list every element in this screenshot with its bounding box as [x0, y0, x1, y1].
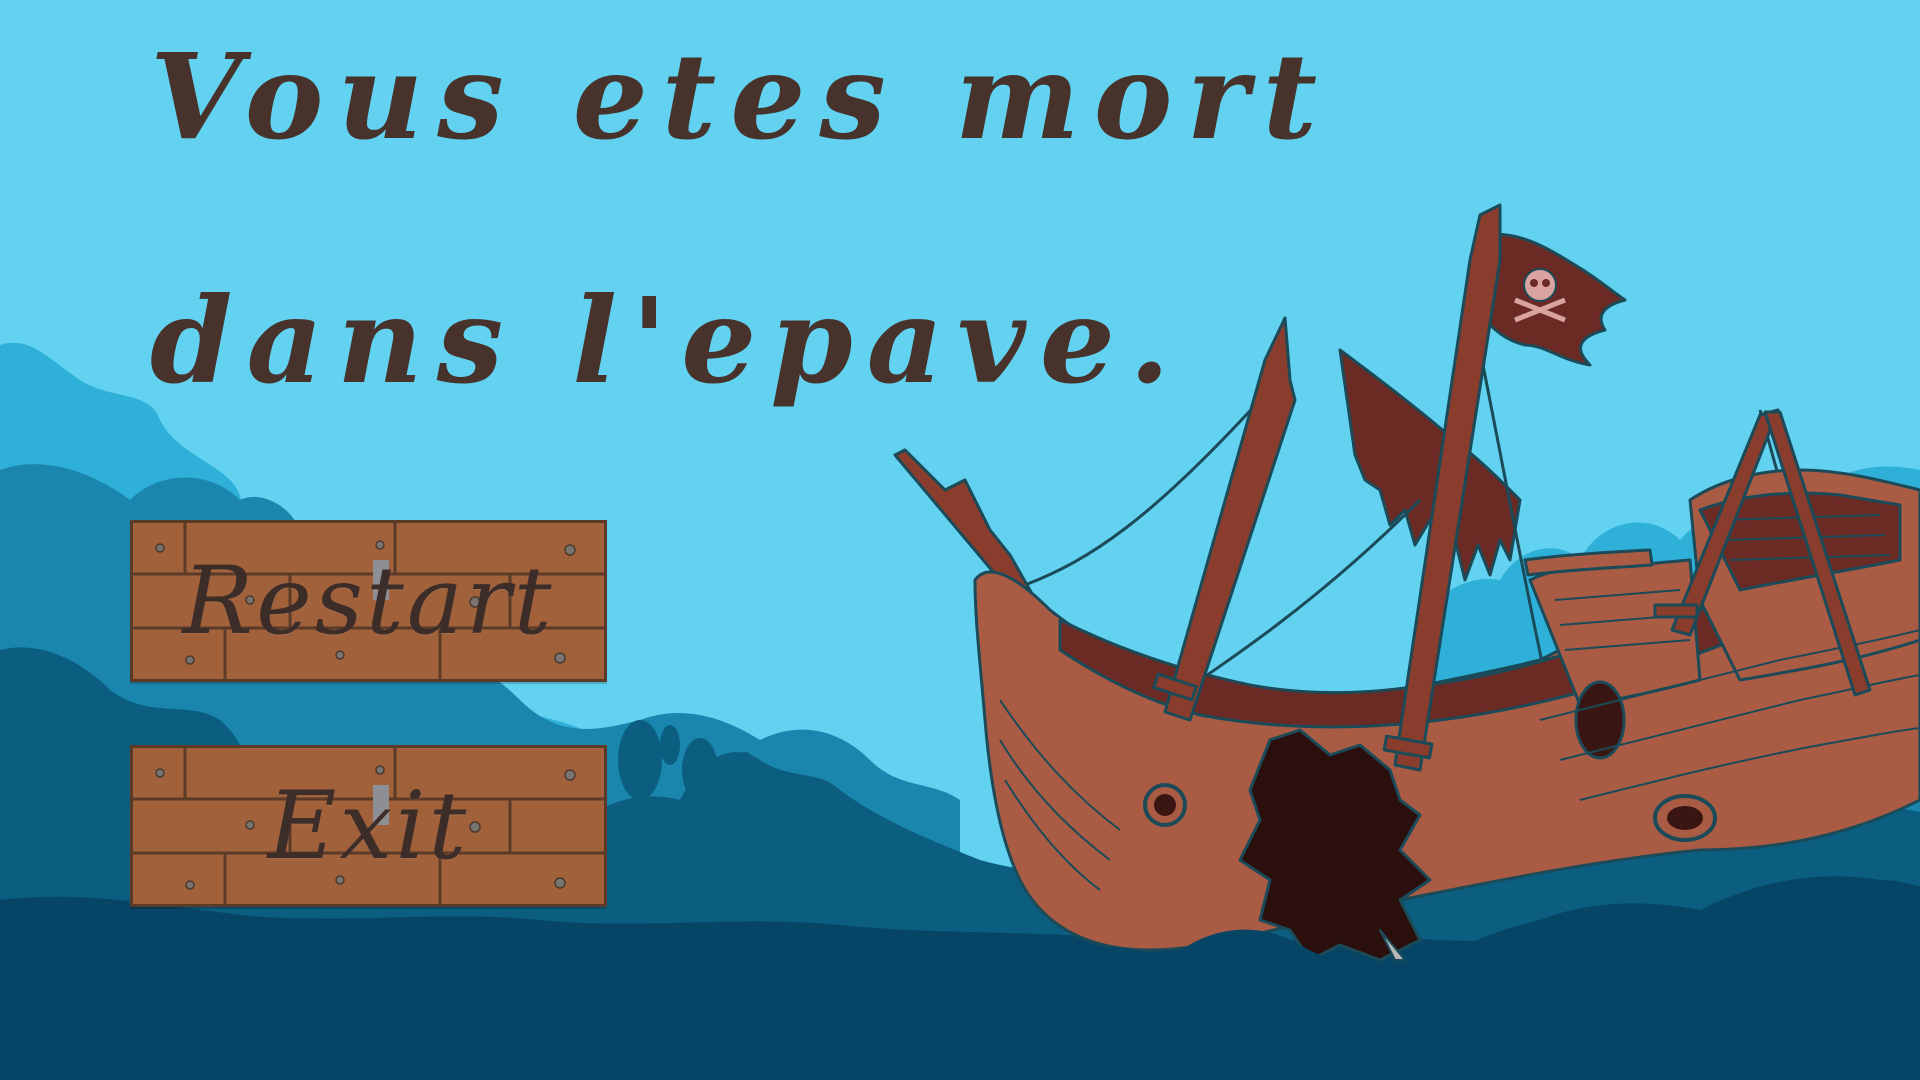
game-over-screen: Vous etes mort dans l'epave. Restart Exi… — [0, 0, 1920, 1080]
restart-button[interactable]: Restart — [130, 520, 607, 682]
game-over-title-line-2: dans l'epave. — [150, 271, 1184, 410]
restart-label: Restart — [182, 546, 555, 656]
game-over-title-line-1: Vous etes mort — [150, 27, 1332, 166]
exit-button[interactable]: Exit — [130, 745, 607, 907]
exit-label: Exit — [267, 771, 470, 881]
